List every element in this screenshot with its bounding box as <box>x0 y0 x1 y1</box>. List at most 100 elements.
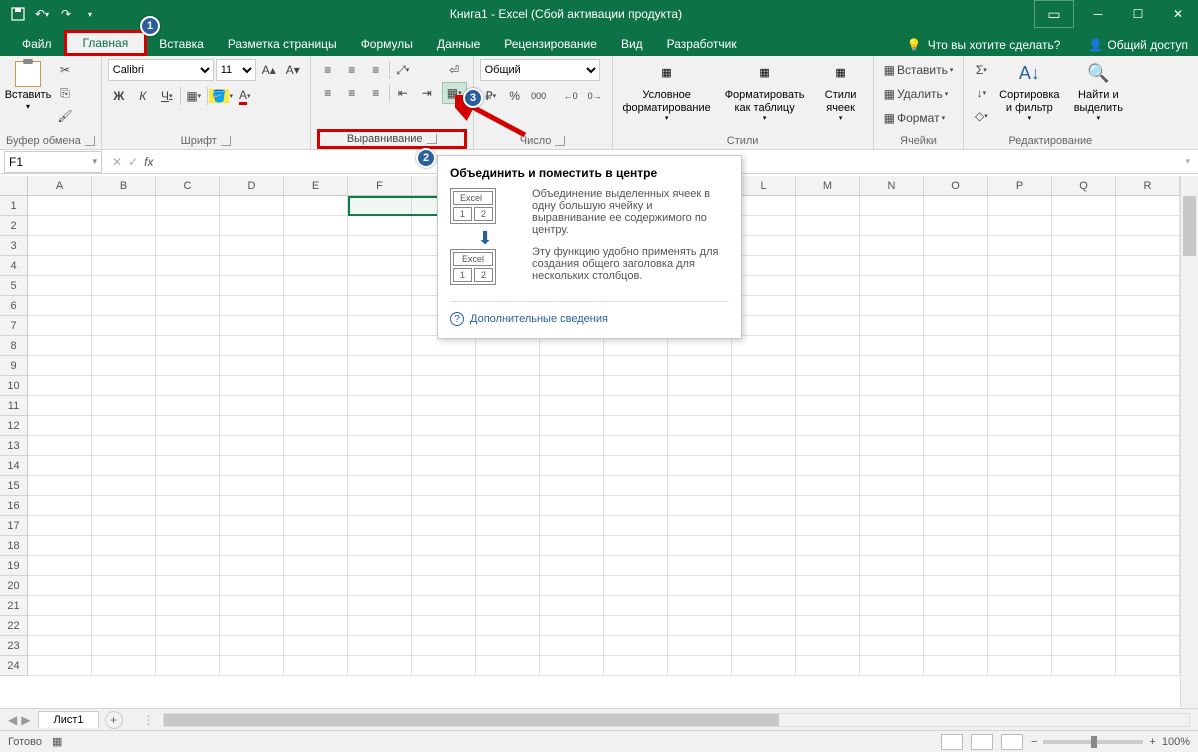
cell[interactable] <box>412 656 476 676</box>
cell[interactable] <box>988 396 1052 416</box>
cell[interactable] <box>604 336 668 356</box>
cell[interactable] <box>476 656 540 676</box>
cell[interactable] <box>1116 516 1180 536</box>
cell[interactable] <box>348 456 412 476</box>
cell[interactable] <box>28 556 92 576</box>
wrap-text-button[interactable]: ⏎ <box>442 59 467 81</box>
row-header[interactable]: 2 <box>0 216 28 236</box>
row-header[interactable]: 18 <box>0 536 28 556</box>
row-header[interactable]: 9 <box>0 356 28 376</box>
cell[interactable] <box>860 656 924 676</box>
cell[interactable] <box>796 396 860 416</box>
cell[interactable] <box>988 336 1052 356</box>
cell[interactable] <box>540 476 604 496</box>
cell[interactable] <box>348 396 412 416</box>
cell[interactable] <box>476 476 540 496</box>
cell[interactable] <box>1116 416 1180 436</box>
cell[interactable] <box>220 456 284 476</box>
cell[interactable] <box>668 336 732 356</box>
increase-decimal-icon[interactable]: ←0 <box>560 85 582 107</box>
cell[interactable] <box>988 236 1052 256</box>
cell[interactable] <box>604 656 668 676</box>
tooltip-more-link[interactable]: ? Дополнительные сведения <box>450 301 729 326</box>
cell[interactable] <box>348 256 412 276</box>
cell[interactable] <box>668 476 732 496</box>
cell[interactable] <box>796 336 860 356</box>
row-header[interactable]: 10 <box>0 376 28 396</box>
cell[interactable] <box>604 356 668 376</box>
fill-color-icon[interactable]: 🪣▾ <box>210 85 232 107</box>
cell[interactable] <box>220 536 284 556</box>
cell[interactable] <box>92 536 156 556</box>
percent-format-icon[interactable]: % <box>504 85 526 107</box>
cell[interactable] <box>156 496 220 516</box>
cell[interactable] <box>796 536 860 556</box>
find-select-button[interactable]: 🔍 Найти и выделить▾ <box>1066 59 1130 126</box>
cell[interactable] <box>412 496 476 516</box>
cell[interactable] <box>28 376 92 396</box>
cell[interactable] <box>92 476 156 496</box>
cell[interactable] <box>1116 376 1180 396</box>
delete-cells-button[interactable]: ▦ Удалить ▾ <box>880 83 953 105</box>
column-header[interactable]: P <box>988 176 1052 196</box>
cell[interactable] <box>476 416 540 436</box>
cell[interactable] <box>988 316 1052 336</box>
italic-button[interactable]: К <box>132 85 154 107</box>
cell[interactable] <box>1116 436 1180 456</box>
cell[interactable] <box>284 436 348 456</box>
cell[interactable] <box>796 196 860 216</box>
cell[interactable] <box>156 396 220 416</box>
tab-formulas[interactable]: Формулы <box>349 32 425 56</box>
cell[interactable] <box>476 436 540 456</box>
cell[interactable] <box>348 476 412 496</box>
cell[interactable] <box>604 476 668 496</box>
cell[interactable] <box>476 456 540 476</box>
cell[interactable] <box>924 376 988 396</box>
cell[interactable] <box>732 556 796 576</box>
cell[interactable] <box>92 596 156 616</box>
launcher-icon[interactable] <box>427 134 437 144</box>
cell[interactable] <box>28 216 92 236</box>
row-header[interactable]: 13 <box>0 436 28 456</box>
cell[interactable] <box>156 536 220 556</box>
cell[interactable] <box>668 376 732 396</box>
tab-view[interactable]: Вид <box>609 32 655 56</box>
cell[interactable] <box>220 616 284 636</box>
cell[interactable] <box>540 376 604 396</box>
name-box[interactable]: F1 ▾ <box>4 151 102 173</box>
cell[interactable] <box>284 656 348 676</box>
cell[interactable] <box>988 576 1052 596</box>
cell[interactable] <box>1116 636 1180 656</box>
cell[interactable] <box>412 536 476 556</box>
cell[interactable] <box>668 356 732 376</box>
cell[interactable] <box>220 196 284 216</box>
cell[interactable] <box>604 556 668 576</box>
cell[interactable] <box>1052 376 1116 396</box>
cell[interactable] <box>860 496 924 516</box>
cell[interactable] <box>796 356 860 376</box>
cell[interactable] <box>860 376 924 396</box>
cell[interactable] <box>732 396 796 416</box>
cell[interactable] <box>924 656 988 676</box>
cell[interactable] <box>732 596 796 616</box>
cell[interactable] <box>796 636 860 656</box>
view-normal-icon[interactable] <box>941 734 963 750</box>
cell[interactable] <box>476 556 540 576</box>
paste-button[interactable]: Вставить ▾ <box>6 59 50 114</box>
cell[interactable] <box>540 516 604 536</box>
increase-font-icon[interactable]: A▴ <box>258 59 280 81</box>
cell[interactable] <box>284 376 348 396</box>
cell[interactable] <box>92 456 156 476</box>
cell[interactable] <box>92 576 156 596</box>
launcher-icon[interactable] <box>221 136 231 146</box>
cell[interactable] <box>924 276 988 296</box>
cell[interactable] <box>988 656 1052 676</box>
insert-cells-button[interactable]: ▦ Вставить ▾ <box>880 59 958 81</box>
close-icon[interactable]: ✕ <box>1158 0 1198 28</box>
cell[interactable] <box>924 516 988 536</box>
decrease-indent-icon[interactable]: ⇤ <box>392 82 414 104</box>
cell[interactable] <box>860 456 924 476</box>
cell[interactable] <box>156 236 220 256</box>
row-header[interactable]: 17 <box>0 516 28 536</box>
cell[interactable] <box>860 396 924 416</box>
